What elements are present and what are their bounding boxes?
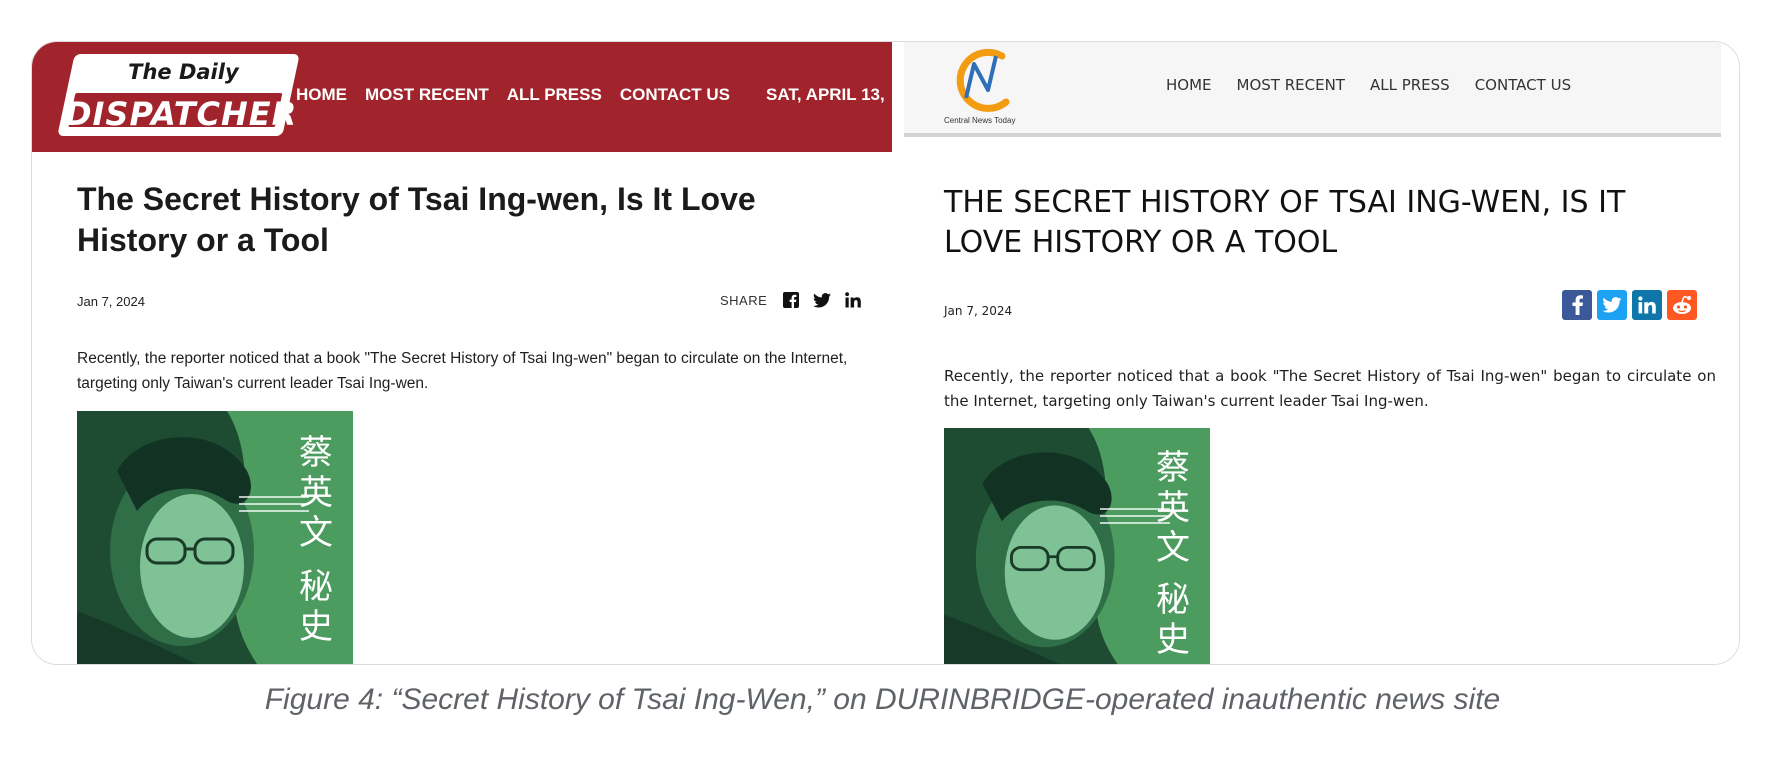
cn-share-bar [1562, 290, 1702, 320]
twitter-icon[interactable] [1597, 290, 1627, 320]
dd-cover-char: 文 [299, 513, 333, 553]
dd-share-label: SHARE [720, 292, 768, 308]
cn-cover-char: 史 [1156, 620, 1190, 660]
reddit-icon[interactable] [1667, 290, 1697, 320]
cn-cover-char: 秘 [1156, 580, 1190, 620]
cn-cover-title: 蔡 英 文 秘 史 [1156, 448, 1190, 660]
cn-nav-all-press[interactable]: ALL PRESS [1370, 76, 1450, 94]
cn-nav-home[interactable]: HOME [1166, 76, 1212, 94]
dd-logo-main-text: DISPATCHER [64, 95, 298, 133]
twitter-icon[interactable] [813, 292, 832, 308]
dd-logo[interactable]: The Daily DISPATCHER [57, 54, 300, 136]
facebook-icon[interactable] [1562, 290, 1592, 320]
dd-article-title: The Secret History of Tsai Ing-wen, Is I… [77, 181, 756, 258]
dd-nav-contact-us[interactable]: CONTACT US [620, 85, 730, 105]
dd-article-body: Recently, the reporter noticed that a bo… [77, 350, 848, 392]
dd-header-date: SAT, APRIL 13, [766, 85, 885, 104]
cn-cover-char: 文 [1156, 528, 1190, 568]
facebook-icon[interactable] [783, 292, 800, 308]
cn-book-cover-image: 蔡 英 文 秘 史 [944, 428, 1210, 664]
cn-article-body: Recently, the reporter noticed that a bo… [944, 367, 1716, 410]
linkedin-icon[interactable] [1632, 290, 1662, 320]
central-news-today-page: Central News Today HOME MOST RECENT ALL … [904, 42, 1739, 664]
dd-cover-char: 史 [299, 607, 333, 647]
dd-nav-home[interactable]: HOME [296, 85, 347, 105]
cn-header: Central News Today HOME MOST RECENT ALL … [904, 42, 1721, 137]
cn-nav-contact-us[interactable]: CONTACT US [1475, 76, 1571, 94]
daily-dispatcher-page: The Daily DISPATCHER HOME MOST RECENT AL… [32, 42, 892, 664]
cn-cover-char: 英 [1156, 488, 1190, 528]
dd-nav-most-recent[interactable]: MOST RECENT [365, 85, 489, 105]
figure-caption: Figure 4: “Secret History of Tsai Ing-We… [264, 683, 1501, 716]
dd-logo-top-text: The Daily [128, 60, 239, 84]
dd-book-cover-image: 蔡 英 文 秘 史 [77, 411, 353, 664]
cn-article-date: Jan 7, 2024 [944, 304, 1013, 318]
cn-article-title: THE SECRET HISTORY OF TSAI ING-WEN, IS I… [944, 185, 1626, 260]
cn-logo[interactable]: Central News Today [944, 46, 1024, 128]
dd-cover-char: 秘 [299, 567, 333, 607]
cn-logo-icon [956, 48, 1010, 112]
cn-nav-most-recent[interactable]: MOST RECENT [1237, 76, 1345, 94]
screenshot-frame: The Daily DISPATCHER HOME MOST RECENT AL… [31, 41, 1740, 665]
dd-article-date: Jan 7, 2024 [77, 294, 145, 309]
cn-logo-text: Central News Today [944, 116, 1016, 125]
dd-nav-all-press[interactable]: ALL PRESS [507, 85, 602, 105]
dd-cover-char: 蔡 [299, 433, 333, 473]
dd-header: The Daily DISPATCHER HOME MOST RECENT AL… [32, 42, 892, 152]
dd-share-bar: SHARE [720, 292, 875, 308]
dd-nav: HOME MOST RECENT ALL PRESS CONTACT US [296, 85, 748, 105]
dd-cover-char: 英 [299, 473, 333, 513]
cn-cover-char: 蔡 [1156, 448, 1190, 488]
linkedin-icon[interactable] [845, 292, 862, 308]
cn-nav: HOME MOST RECENT ALL PRESS CONTACT US [1166, 76, 1596, 94]
dd-cover-title: 蔡 英 文 秘 史 [299, 433, 333, 647]
